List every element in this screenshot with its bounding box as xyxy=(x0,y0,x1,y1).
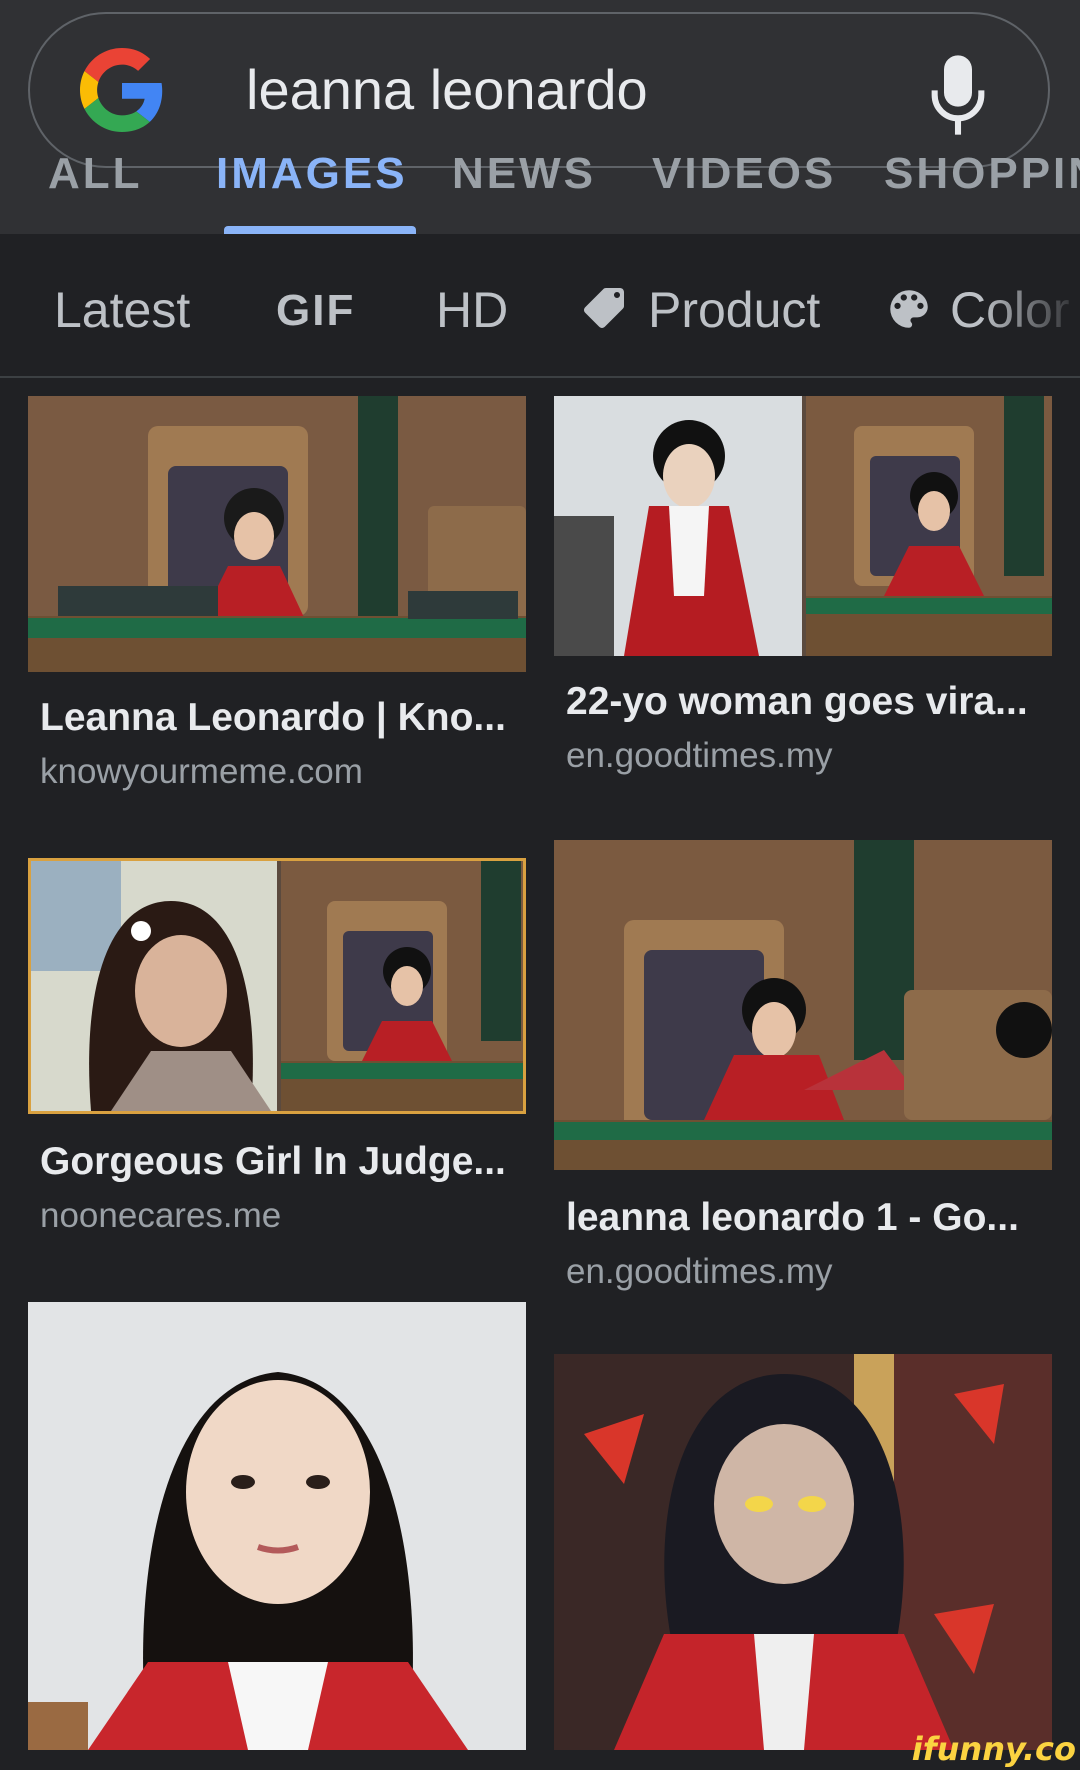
portrait-image xyxy=(28,1302,526,1750)
result-title-4[interactable]: leanna leonardo 1 - Go... xyxy=(566,1196,1019,1240)
search-query[interactable]: leanna leonardo xyxy=(246,60,648,120)
judge-collage-image xyxy=(554,396,1052,656)
search-bar[interactable]: leanna leonardo xyxy=(28,12,1050,168)
tab-shopping[interactable]: SHOPPING xyxy=(884,152,1080,196)
ifunny-watermark: ifunny.co xyxy=(911,1730,1076,1768)
result-image-2[interactable] xyxy=(554,396,1052,656)
chip-latest[interactable]: Latest xyxy=(54,282,190,338)
result-source-2[interactable]: en.goodtimes.my xyxy=(566,736,833,776)
chip-product[interactable]: Product xyxy=(648,282,820,338)
tab-images[interactable]: IMAGES xyxy=(216,152,408,196)
result-source-4[interactable]: en.goodtimes.my xyxy=(566,1252,833,1292)
active-tab-indicator xyxy=(224,226,416,234)
tag-icon xyxy=(584,288,624,328)
search-tabs: ALL IMAGES NEWS VIDEOS SHOPPING xyxy=(0,148,1080,208)
result-source-3[interactable]: noonecares.me xyxy=(40,1196,281,1236)
chip-hd[interactable]: HD xyxy=(436,282,508,338)
result-source-1[interactable]: knowyourmeme.com xyxy=(40,752,363,792)
result-image-1[interactable] xyxy=(28,396,526,672)
result-title-1[interactable]: Leanna Leonardo | Kno... xyxy=(40,696,506,740)
chip-gif[interactable]: GIF xyxy=(276,286,355,336)
result-title-3[interactable]: Gorgeous Girl In Judge... xyxy=(40,1140,506,1184)
result-title-2[interactable]: 22-yo woman goes vira... xyxy=(566,680,1028,724)
filter-chips: Latest GIF HD Product Color xyxy=(0,236,1080,378)
google-logo-icon[interactable] xyxy=(80,48,164,132)
tab-all[interactable]: ALL xyxy=(48,152,143,196)
portrait-collage-image xyxy=(31,861,523,1111)
result-image-4[interactable] xyxy=(554,840,1052,1170)
judge-reading-image xyxy=(554,840,1052,1170)
tab-videos[interactable]: VIDEOS xyxy=(652,152,836,196)
result-image-3[interactable] xyxy=(28,858,526,1114)
result-image-6[interactable] xyxy=(554,1354,1052,1750)
courtroom-image xyxy=(28,396,526,672)
palette-icon xyxy=(890,290,928,328)
tab-news[interactable]: NEWS xyxy=(452,152,596,196)
anime-judge-image xyxy=(554,1354,1052,1750)
result-image-5[interactable] xyxy=(28,1302,526,1750)
chips-fade xyxy=(980,236,1080,376)
microphone-icon[interactable] xyxy=(930,52,986,138)
